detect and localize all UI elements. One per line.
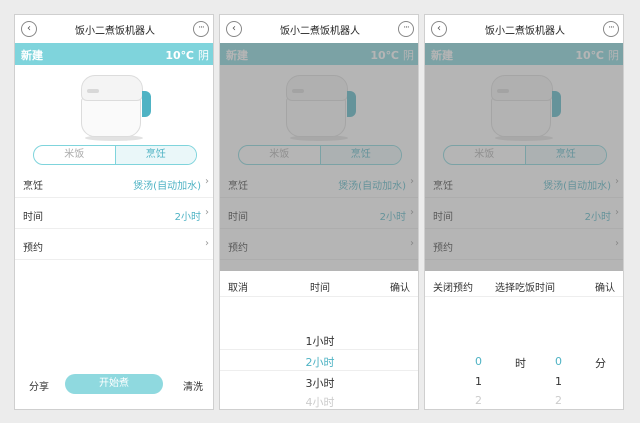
- more-icon[interactable]: ···: [193, 21, 209, 37]
- page-title: 饭小二煮饭机器人: [75, 26, 155, 37]
- cooking-row[interactable]: 烹饪 煲汤(自动加水) ›: [15, 168, 213, 198]
- minute-unit: 分: [595, 357, 606, 370]
- reserve-picker-sheet: 关闭预约 选择吃饭时间 确认 0 时 0 分 1 1 2 2: [425, 271, 623, 409]
- cooking-label: 烹饪: [23, 181, 43, 192]
- bottom-bar: 分享 开始煮 清洗: [15, 373, 213, 397]
- confirm-button[interactable]: 确认: [390, 279, 410, 294]
- reserve-label: 预约: [23, 243, 43, 254]
- tab-rice[interactable]: 米饭: [34, 146, 115, 164]
- hour-option[interactable]: 2: [475, 394, 482, 407]
- nav-bar: ‹ 饭小二煮饭机器人 ···: [220, 15, 418, 43]
- temperature: 10℃: [165, 49, 194, 62]
- weather-info: 10℃ 阴: [165, 47, 209, 63]
- time-option[interactable]: 1小时: [220, 333, 418, 349]
- rice-cooker-image: [77, 73, 151, 143]
- more-icon[interactable]: ···: [398, 21, 414, 37]
- nav-bar: ‹ 饭小二煮饭机器人 ···: [15, 15, 213, 43]
- share-button[interactable]: 分享: [29, 378, 49, 393]
- hour-option[interactable]: 1: [475, 375, 482, 388]
- more-icon[interactable]: ···: [603, 21, 619, 37]
- picker-header: 取消 时间 确认: [220, 271, 418, 297]
- minute-option[interactable]: 2: [555, 394, 562, 407]
- weather-text: 阴: [198, 49, 209, 62]
- screen-time-picker: ‹ 饭小二煮饭机器人 ··· 新建 10℃阴 米饭 烹饪 烹饪 煲汤(自动加水)…: [219, 14, 419, 410]
- chevron-right-icon: ›: [205, 176, 209, 187]
- time-value: 2小时: [174, 212, 201, 223]
- modal-overlay[interactable]: [425, 43, 623, 271]
- tab-cooking[interactable]: 烹饪: [114, 146, 196, 164]
- page-title: 饭小二煮饭机器人: [485, 26, 565, 37]
- modal-overlay[interactable]: [220, 43, 418, 271]
- time-row[interactable]: 时间 2小时 ›: [15, 199, 213, 229]
- start-cooking-button[interactable]: 开始煮: [65, 374, 163, 394]
- time-option-selected[interactable]: 2小时: [220, 354, 418, 370]
- confirm-button[interactable]: 确认: [595, 279, 615, 294]
- minute-option[interactable]: 1: [555, 375, 562, 388]
- chevron-right-icon: ›: [205, 207, 209, 218]
- picker-header: 关闭预约 选择吃饭时间 确认: [425, 271, 623, 297]
- time-label: 时间: [23, 212, 43, 223]
- time-option[interactable]: 4小时: [220, 394, 418, 409]
- hour-option-selected[interactable]: 0: [475, 355, 482, 368]
- device-bar: 新建 10℃ 阴: [15, 43, 213, 65]
- minute-option-selected[interactable]: 0: [555, 355, 562, 368]
- clean-button[interactable]: 清洗: [183, 378, 203, 393]
- screen-main: ‹ 饭小二煮饭机器人 ··· 新建 10℃ 阴 米饭 烹饪 烹饪 煲汤(自动加水)…: [14, 14, 214, 410]
- page-title: 饭小二煮饭机器人: [280, 26, 360, 37]
- chevron-right-icon: ›: [205, 238, 209, 249]
- screen-reserve-picker: ‹ 饭小二煮饭机器人 ··· 新建 10℃阴 米饭 烹饪 烹饪 煲汤(自动加水)…: [424, 14, 624, 410]
- device-name: 新建: [21, 49, 43, 62]
- cooking-value: 煲汤(自动加水): [133, 181, 201, 192]
- reserve-row[interactable]: 预约 ›: [15, 230, 213, 260]
- time-picker-sheet: 取消 时间 确认 1小时 2小时 3小时 4小时: [220, 271, 418, 409]
- time-option[interactable]: 3小时: [220, 375, 418, 391]
- mode-tabs: 米饭 烹饪: [33, 145, 197, 165]
- nav-bar: ‹ 饭小二煮饭机器人 ···: [425, 15, 623, 43]
- hour-unit: 时: [515, 357, 526, 370]
